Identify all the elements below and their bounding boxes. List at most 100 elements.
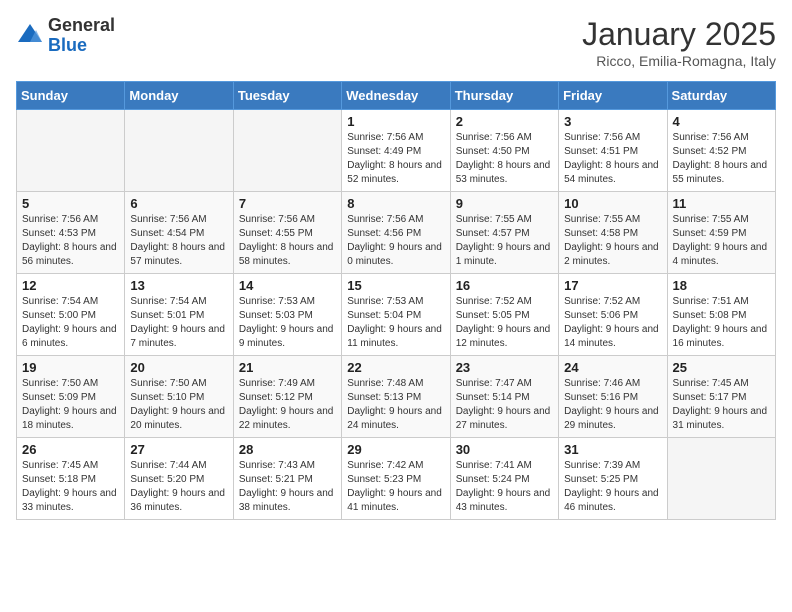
calendar-cell: 18 Sunrise: 7:51 AM Sunset: 5:08 PM Dayli… <box>667 274 775 356</box>
calendar-cell: 29Sunrise: 7:42 AM Sunset: 5:23 PM Dayli… <box>342 438 450 520</box>
day-info: Sunrise: 7:44 AM Sunset: 5:20 PM Dayligh… <box>130 459 227 515</box>
weekday-header-sunday: Sunday <box>17 82 125 110</box>
calendar-cell: 1 Sunrise: 7:56 AM Sunset: 4:49 PM Daylig… <box>342 110 450 192</box>
day-info: Sunrise: 7:53 AM Sunset: 5:03 PM Dayligh… <box>239 295 336 351</box>
calendar-cell: 22 Sunrise: 7:48 AM Sunset: 5:13 PM Dayli… <box>342 356 450 438</box>
day-number: 31 <box>564 442 661 457</box>
logo-icon <box>16 22 44 50</box>
day-number: 6 <box>130 196 227 211</box>
day-number: 29 <box>347 442 444 457</box>
calendar-cell: 8 Sunrise: 7:56 AM Sunset: 4:56 PM Daylig… <box>342 192 450 274</box>
calendar-cell: 17Sunrise: 7:52 AM Sunset: 5:06 PM Dayli… <box>559 274 667 356</box>
day-number: 8 <box>347 196 444 211</box>
day-number: 25 <box>673 360 770 375</box>
calendar-cell: 5Sunrise: 7:56 AM Sunset: 4:53 PM Daylig… <box>17 192 125 274</box>
calendar-cell: 13 Sunrise: 7:54 AM Sunset: 5:01 PM Dayli… <box>125 274 233 356</box>
calendar-cell: 7Sunrise: 7:56 AM Sunset: 4:55 PM Daylig… <box>233 192 341 274</box>
day-number: 2 <box>456 114 553 129</box>
calendar-cell: 23 Sunrise: 7:47 AM Sunset: 5:14 PM Dayli… <box>450 356 558 438</box>
day-number: 27 <box>130 442 227 457</box>
calendar-cell: 6 Sunrise: 7:56 AM Sunset: 4:54 PM Daylig… <box>125 192 233 274</box>
day-number: 14 <box>239 278 336 293</box>
calendar-cell: 10 Sunrise: 7:55 AM Sunset: 4:58 PM Dayli… <box>559 192 667 274</box>
month-title: January 2025 <box>582 16 776 53</box>
day-number: 9 <box>456 196 553 211</box>
day-number: 18 <box>673 278 770 293</box>
calendar-cell: 16 Sunrise: 7:52 AM Sunset: 5:05 PM Dayli… <box>450 274 558 356</box>
calendar-cell <box>17 110 125 192</box>
calendar-cell: 25 Sunrise: 7:45 AM Sunset: 5:17 PM Dayli… <box>667 356 775 438</box>
day-info: Sunrise: 7:56 AM Sunset: 4:49 PM Dayligh… <box>347 131 444 187</box>
logo-text: General Blue <box>48 16 115 56</box>
day-info: Sunrise: 7:53 AM Sunset: 5:04 PM Dayligh… <box>347 295 444 351</box>
day-info: Sunrise: 7:56 AM Sunset: 4:54 PM Dayligh… <box>130 213 227 269</box>
logo-blue: Blue <box>48 36 115 56</box>
day-number: 15 <box>347 278 444 293</box>
calendar-week-row: 26 Sunrise: 7:45 AM Sunset: 5:18 PM Dayli… <box>17 438 776 520</box>
calendar-cell: 15 Sunrise: 7:53 AM Sunset: 5:04 PM Dayli… <box>342 274 450 356</box>
day-number: 1 <box>347 114 444 129</box>
logo: General Blue <box>16 16 115 56</box>
calendar-cell <box>233 110 341 192</box>
day-info: Sunrise: 7:54 AM Sunset: 5:01 PM Dayligh… <box>130 295 227 351</box>
day-info: Sunrise: 7:45 AM Sunset: 5:17 PM Dayligh… <box>673 377 770 433</box>
day-info: Sunrise: 7:46 AM Sunset: 5:16 PM Dayligh… <box>564 377 661 433</box>
weekday-header-tuesday: Tuesday <box>233 82 341 110</box>
day-info: Sunrise: 7:48 AM Sunset: 5:13 PM Dayligh… <box>347 377 444 433</box>
calendar-cell: 30 Sunrise: 7:41 AM Sunset: 5:24 PM Dayli… <box>450 438 558 520</box>
calendar-cell <box>125 110 233 192</box>
location: Ricco, Emilia-Romagna, Italy <box>582 53 776 69</box>
day-info: Sunrise: 7:41 AM Sunset: 5:24 PM Dayligh… <box>456 459 553 515</box>
calendar-cell: 3Sunrise: 7:56 AM Sunset: 4:51 PM Daylig… <box>559 110 667 192</box>
calendar-cell: 4Sunrise: 7:56 AM Sunset: 4:52 PM Daylig… <box>667 110 775 192</box>
day-number: 12 <box>22 278 119 293</box>
calendar-cell: 27 Sunrise: 7:44 AM Sunset: 5:20 PM Dayli… <box>125 438 233 520</box>
calendar-cell: 20Sunrise: 7:50 AM Sunset: 5:10 PM Dayli… <box>125 356 233 438</box>
calendar-week-row: 12 Sunrise: 7:54 AM Sunset: 5:00 PM Dayli… <box>17 274 776 356</box>
calendar-cell: 26 Sunrise: 7:45 AM Sunset: 5:18 PM Dayli… <box>17 438 125 520</box>
day-info: Sunrise: 7:55 AM Sunset: 4:58 PM Dayligh… <box>564 213 661 269</box>
calendar-cell: 21Sunrise: 7:49 AM Sunset: 5:12 PM Dayli… <box>233 356 341 438</box>
day-number: 11 <box>673 196 770 211</box>
day-info: Sunrise: 7:56 AM Sunset: 4:55 PM Dayligh… <box>239 213 336 269</box>
calendar-week-row: 5Sunrise: 7:56 AM Sunset: 4:53 PM Daylig… <box>17 192 776 274</box>
calendar-cell: 2Sunrise: 7:56 AM Sunset: 4:50 PM Daylig… <box>450 110 558 192</box>
weekday-header-monday: Monday <box>125 82 233 110</box>
calendar-cell: 24 Sunrise: 7:46 AM Sunset: 5:16 PM Dayli… <box>559 356 667 438</box>
weekday-header-row: SundayMondayTuesdayWednesdayThursdayFrid… <box>17 82 776 110</box>
title-section: January 2025 Ricco, Emilia-Romagna, Ital… <box>582 16 776 69</box>
weekday-header-friday: Friday <box>559 82 667 110</box>
day-number: 13 <box>130 278 227 293</box>
calendar-cell: 31 Sunrise: 7:39 AM Sunset: 5:25 PM Dayli… <box>559 438 667 520</box>
logo-general: General <box>48 16 115 36</box>
day-number: 28 <box>239 442 336 457</box>
day-number: 22 <box>347 360 444 375</box>
calendar-cell: 28Sunrise: 7:43 AM Sunset: 5:21 PM Dayli… <box>233 438 341 520</box>
day-number: 16 <box>456 278 553 293</box>
day-info: Sunrise: 7:50 AM Sunset: 5:09 PM Dayligh… <box>22 377 119 433</box>
day-info: Sunrise: 7:47 AM Sunset: 5:14 PM Dayligh… <box>456 377 553 433</box>
day-info: Sunrise: 7:51 AM Sunset: 5:08 PM Dayligh… <box>673 295 770 351</box>
day-info: Sunrise: 7:55 AM Sunset: 4:57 PM Dayligh… <box>456 213 553 269</box>
page-header: General Blue January 2025 Ricco, Emilia-… <box>16 16 776 69</box>
day-number: 24 <box>564 360 661 375</box>
day-info: Sunrise: 7:56 AM Sunset: 4:53 PM Dayligh… <box>22 213 119 269</box>
calendar-cell <box>667 438 775 520</box>
day-info: Sunrise: 7:55 AM Sunset: 4:59 PM Dayligh… <box>673 213 770 269</box>
day-info: Sunrise: 7:54 AM Sunset: 5:00 PM Dayligh… <box>22 295 119 351</box>
day-info: Sunrise: 7:52 AM Sunset: 5:05 PM Dayligh… <box>456 295 553 351</box>
day-number: 10 <box>564 196 661 211</box>
day-info: Sunrise: 7:39 AM Sunset: 5:25 PM Dayligh… <box>564 459 661 515</box>
day-info: Sunrise: 7:52 AM Sunset: 5:06 PM Dayligh… <box>564 295 661 351</box>
day-number: 21 <box>239 360 336 375</box>
day-info: Sunrise: 7:45 AM Sunset: 5:18 PM Dayligh… <box>22 459 119 515</box>
day-number: 23 <box>456 360 553 375</box>
day-info: Sunrise: 7:56 AM Sunset: 4:56 PM Dayligh… <box>347 213 444 269</box>
calendar-cell: 9 Sunrise: 7:55 AM Sunset: 4:57 PM Daylig… <box>450 192 558 274</box>
calendar-cell: 12 Sunrise: 7:54 AM Sunset: 5:00 PM Dayli… <box>17 274 125 356</box>
calendar-table: SundayMondayTuesdayWednesdayThursdayFrid… <box>16 81 776 520</box>
calendar-cell: 19Sunrise: 7:50 AM Sunset: 5:09 PM Dayli… <box>17 356 125 438</box>
day-number: 30 <box>456 442 553 457</box>
calendar-week-row: 19Sunrise: 7:50 AM Sunset: 5:09 PM Dayli… <box>17 356 776 438</box>
day-number: 26 <box>22 442 119 457</box>
